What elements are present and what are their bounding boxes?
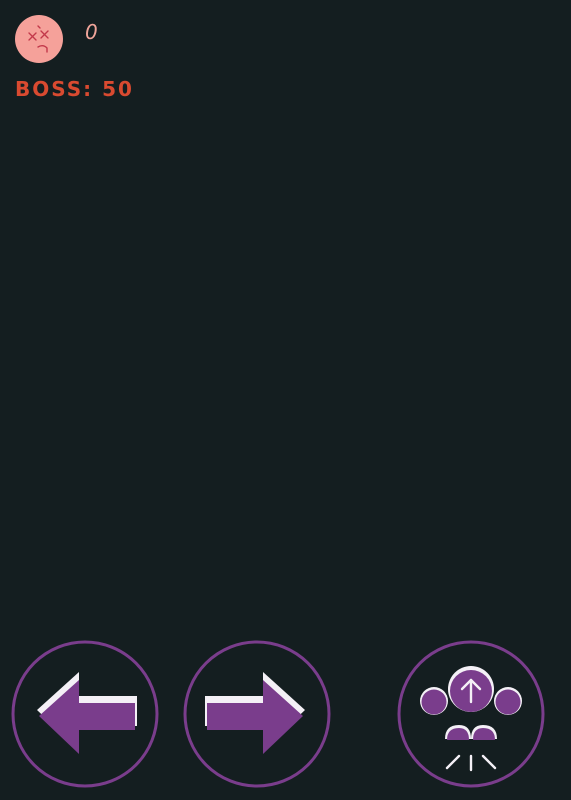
game-screen: 0 BOSS: 50 [0,0,571,800]
jump-button[interactable] [397,640,545,788]
jump-icon [397,640,545,788]
move-right-button[interactable] [183,640,331,788]
score-counter: 0 [85,20,98,44]
arrow-right-icon [183,640,331,788]
dead-face-icon [14,14,64,64]
move-left-button[interactable] [11,640,159,788]
boss-health-label: BOSS: 50 [15,77,134,101]
arrow-left-icon [11,640,159,788]
